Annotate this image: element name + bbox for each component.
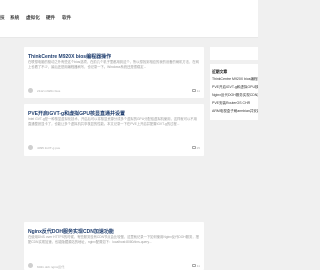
comment-icon: [192, 146, 196, 149]
post-excerpt: 在使用DNS over HTTPS的时候，有些服务没有CDN节点会比较慢，这里就…: [28, 235, 199, 245]
comment-count[interactable]: 15: [192, 146, 200, 150]
post-excerpt: Intel GVT-g是一种核显虚拟化技术，开启后可以将核显资源分成多个虚拟的G…: [28, 117, 197, 127]
post-meta-text: 4095 iGVT-g pve: [37, 146, 61, 150]
top-navigation: 技 系统 虚拟化 硬件 软件: [0, 0, 258, 38]
avatar: [28, 145, 33, 150]
sidebar-search-box: [210, 47, 258, 60]
comment-count[interactable]: 11: [192, 264, 200, 268]
nav-item-system[interactable]: 系统: [10, 15, 19, 21]
sidebar-link[interactable]: ThinkCentre M920X bios编程器操作: [212, 77, 258, 82]
sidebar-link[interactable]: ARM电视盒子刷armbian并安装软件: [212, 109, 258, 114]
nav-item-tech[interactable]: 技: [0, 15, 5, 21]
post-excerpt: 在联想电脑的驱动之外有些这个bios选项，在前几个机子里都用到这个，所以想找到相…: [28, 60, 199, 70]
avatar: [28, 88, 33, 93]
post-title[interactable]: ThinkCentre M920X bios编程器操作: [28, 53, 111, 60]
nav-item-virtualization[interactable]: 虚拟化: [26, 15, 40, 21]
post-meta-text: 6021 doh nginx反代: [37, 265, 65, 269]
avatar: [28, 263, 33, 268]
nav-item-hardware[interactable]: 硬件: [46, 15, 55, 21]
comment-icon: [192, 89, 196, 92]
comment-icon: [192, 264, 196, 267]
post-meta: 2112 m920x bios 11: [28, 88, 200, 94]
nav-item-software[interactable]: 软件: [62, 15, 71, 21]
sidebar-title: 近期文章: [212, 70, 228, 74]
sidebar-link[interactable]: PVE开启iGVT-g和虚拟GPU核显直通并设置: [212, 85, 258, 90]
comment-count[interactable]: 11: [192, 89, 200, 93]
sidebar-link[interactable]: Nginx反代DOH服务实现CDN加速功能: [212, 93, 258, 98]
sidebar-link[interactable]: PVE安装RouterOS CHR: [212, 101, 258, 106]
post-title[interactable]: Nginx反代DOH服务实现CDN加速功能: [28, 228, 114, 235]
post-meta: 4095 iGVT-g pve 15: [28, 145, 200, 151]
post-meta-text: 2112 m920x bios: [37, 89, 61, 93]
post-title[interactable]: PVE开启iGVT-g和虚拟GPU核显直通并设置: [28, 110, 125, 117]
post-meta: 6021 doh nginx反代 11: [28, 263, 200, 269]
